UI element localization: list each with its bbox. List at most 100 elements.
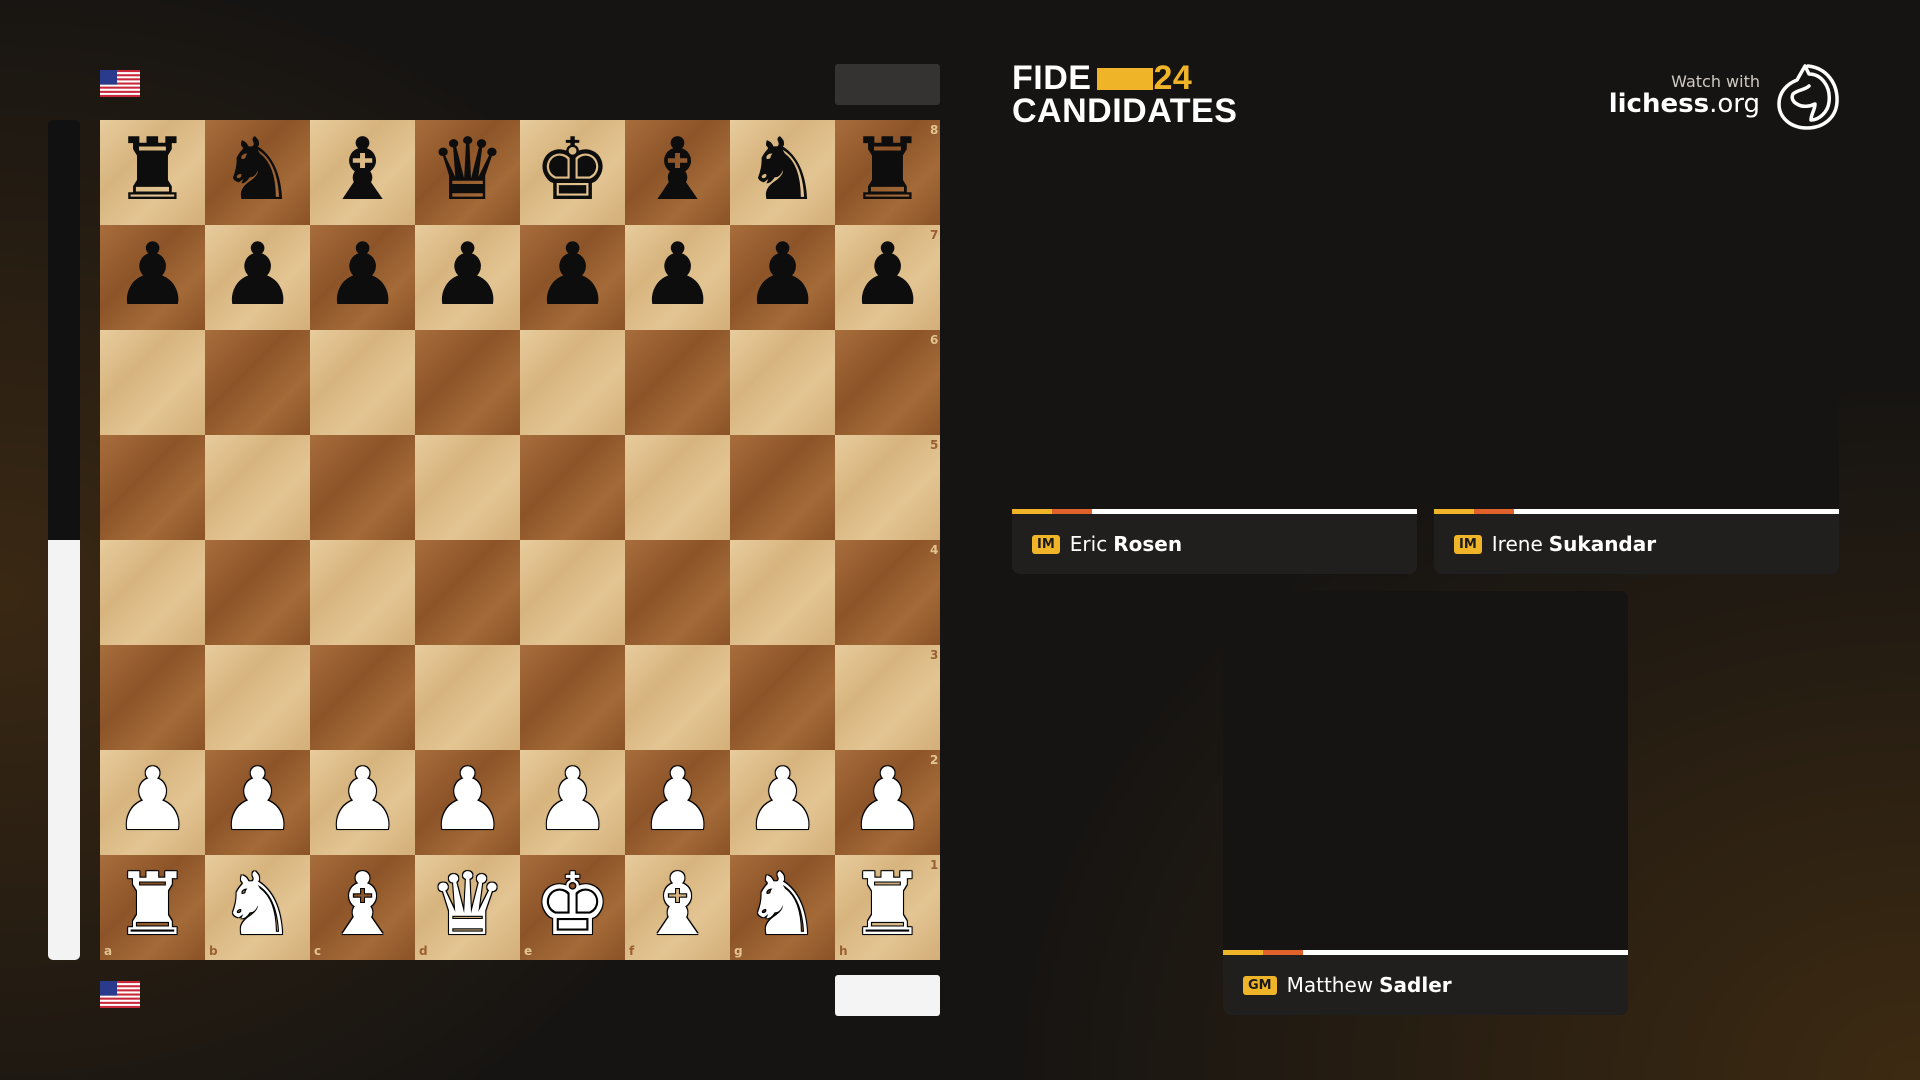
square-f4[interactable] [625, 540, 730, 645]
white-piece-h2[interactable]: ♟ [835, 750, 940, 855]
evaluation-bar [48, 120, 80, 960]
evaluation-bar-white-fill [48, 540, 80, 960]
black-piece-e7[interactable]: ♟ [520, 225, 625, 330]
rank-label: 8 [930, 123, 939, 137]
black-piece-a7[interactable]: ♟ [100, 225, 205, 330]
rank-label: 6 [930, 333, 939, 347]
square-h4[interactable] [835, 540, 940, 645]
site-name: lichess [1608, 89, 1710, 119]
black-piece-h8[interactable]: ♜ [835, 120, 940, 225]
black-piece-c7[interactable]: ♟ [310, 225, 415, 330]
commentator-last-name: Sukandar [1548, 532, 1657, 556]
commentator-cam-2: IM Irene Sukandar [1434, 150, 1839, 574]
white-piece-e2[interactable]: ♟ [520, 750, 625, 855]
commentator-first-name: Irene [1491, 532, 1543, 556]
bottom-clock [835, 975, 940, 1016]
square-b4[interactable] [205, 540, 310, 645]
white-piece-a1[interactable]: ♜ [100, 855, 205, 960]
white-piece-f2[interactable]: ♟ [625, 750, 730, 855]
lichess-knight-icon [1775, 62, 1841, 130]
white-piece-g1[interactable]: ♞ [730, 855, 835, 960]
event-logo: FIDE 24 CANDIDATES [1012, 61, 1238, 130]
square-e6[interactable] [520, 330, 625, 435]
event-title-line2: CANDIDATES [1012, 92, 1238, 130]
white-piece-c2[interactable]: ♟ [310, 750, 415, 855]
square-h6[interactable] [835, 330, 940, 435]
file-label: g [734, 944, 743, 958]
square-b3[interactable] [205, 645, 310, 750]
commentator-first-name: Eric [1069, 532, 1108, 556]
square-c3[interactable] [310, 645, 415, 750]
square-d3[interactable] [415, 645, 520, 750]
black-piece-f8[interactable]: ♝ [625, 120, 730, 225]
site-tld: .org [1709, 89, 1760, 119]
black-piece-g7[interactable]: ♟ [730, 225, 835, 330]
white-piece-d1[interactable]: ♛ [415, 855, 520, 960]
white-piece-b2[interactable]: ♟ [205, 750, 310, 855]
square-a3[interactable] [100, 645, 205, 750]
white-piece-g2[interactable]: ♟ [730, 750, 835, 855]
square-d5[interactable] [415, 435, 520, 540]
top-clock [835, 64, 940, 105]
file-label: h [839, 944, 848, 958]
lichess-branding: Watch with lichess.org [1609, 72, 1760, 117]
file-label: b [209, 944, 218, 958]
rank-label: 3 [930, 648, 939, 662]
square-e5[interactable] [520, 435, 625, 540]
square-f6[interactable] [625, 330, 730, 435]
white-piece-e1[interactable]: ♚ [520, 855, 625, 960]
square-g4[interactable] [730, 540, 835, 645]
rank-label: 4 [930, 543, 939, 557]
square-a6[interactable] [100, 330, 205, 435]
square-a4[interactable] [100, 540, 205, 645]
file-label: f [629, 944, 635, 958]
square-f3[interactable] [625, 645, 730, 750]
square-g6[interactable] [730, 330, 835, 435]
chess-board[interactable]: ♜ ♞ ♝ ♛ ♚ ♝ ♞ ♜ ♟ ♟ ♟ ♟ ♟ ♟ ♟ ♟ ♟ ♟ ♟ ♟ ♟ ♟ ♟ ♟ ♜ ♞ ♝ ♛ ♚ ♝ ♞ ♜ 8 7 6 5 4 3 2 1… [100, 120, 940, 960]
square-a5[interactable] [100, 435, 205, 540]
commentator-last-name: Rosen [1113, 532, 1183, 556]
black-piece-c8[interactable]: ♝ [310, 120, 415, 225]
white-piece-b1[interactable]: ♞ [205, 855, 310, 960]
file-label: a [104, 944, 113, 958]
square-d4[interactable] [415, 540, 520, 645]
chess-title-badge: IM [1032, 534, 1060, 554]
square-h3[interactable] [835, 645, 940, 750]
white-piece-a2[interactable]: ♟ [100, 750, 205, 855]
commentator-nameplate: IM Irene Sukandar [1434, 514, 1839, 574]
commentator-last-name: Sadler [1379, 973, 1452, 997]
black-piece-f7[interactable]: ♟ [625, 225, 730, 330]
square-e3[interactable] [520, 645, 625, 750]
rank-label: 1 [930, 858, 939, 872]
square-h5[interactable] [835, 435, 940, 540]
chess-title-badge: GM [1243, 975, 1277, 995]
white-piece-h1[interactable]: ♜ [835, 855, 940, 960]
commentator-first-name: Matthew [1286, 973, 1374, 997]
black-piece-d8[interactable]: ♛ [415, 120, 520, 225]
black-piece-e8[interactable]: ♚ [520, 120, 625, 225]
square-c6[interactable] [310, 330, 415, 435]
commentator-cam-3: GM Matthew Sadler [1223, 591, 1628, 1015]
white-piece-c1[interactable]: ♝ [310, 855, 415, 960]
square-g3[interactable] [730, 645, 835, 750]
black-piece-d7[interactable]: ♟ [415, 225, 520, 330]
black-piece-a8[interactable]: ♜ [100, 120, 205, 225]
us-flag-icon [100, 981, 140, 1008]
rank-label: 7 [930, 228, 939, 242]
black-piece-g8[interactable]: ♞ [730, 120, 835, 225]
square-c4[interactable] [310, 540, 415, 645]
square-b6[interactable] [205, 330, 310, 435]
black-piece-h7[interactable]: ♟ [835, 225, 940, 330]
square-d6[interactable] [415, 330, 520, 435]
black-piece-b8[interactable]: ♞ [205, 120, 310, 225]
square-b5[interactable] [205, 435, 310, 540]
square-g5[interactable] [730, 435, 835, 540]
file-label: e [524, 944, 533, 958]
white-piece-d2[interactable]: ♟ [415, 750, 520, 855]
square-f5[interactable] [625, 435, 730, 540]
white-piece-f1[interactable]: ♝ [625, 855, 730, 960]
black-piece-b7[interactable]: ♟ [205, 225, 310, 330]
square-c5[interactable] [310, 435, 415, 540]
square-e4[interactable] [520, 540, 625, 645]
year-bar [1097, 68, 1154, 90]
